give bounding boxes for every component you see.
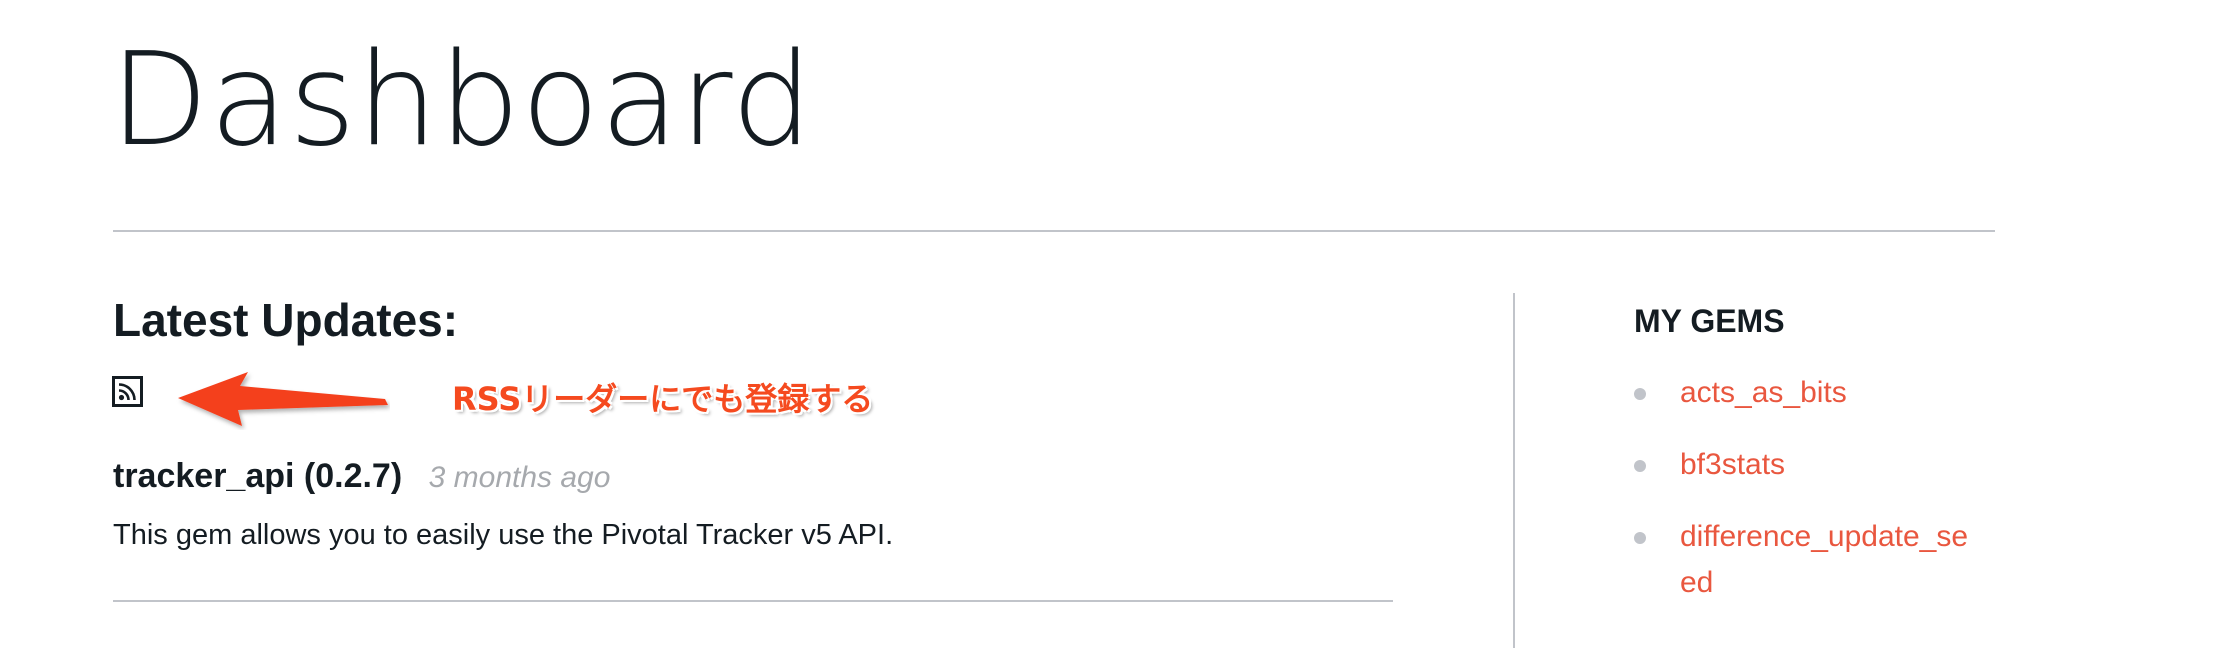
bullet-icon [1634,388,1646,400]
rss-feed-icon [112,376,143,407]
gem-link-acts-as-bits[interactable]: acts_as_bits [1680,370,1980,416]
entry-divider [113,600,1393,602]
latest-updates-heading: Latest Updates: [113,294,459,346]
update-entry-title: tracker_api (0.2.7) 3 months ago [113,456,610,497]
my-gems-list: acts_as_bits bf3stats difference_update_… [1634,370,1994,632]
annotation-text: RSSリーダーにでも登録する [452,380,874,418]
annotation-arrow-icon [178,372,388,426]
gem-link-difference-update-seed[interactable]: difference_update_seed [1680,514,1980,606]
list-item: acts_as_bits [1634,370,1994,416]
gem-link-bf3stats[interactable]: bf3stats [1680,442,1980,488]
sidebar-divider [1513,293,1515,648]
list-item: difference_update_seed [1634,514,1994,606]
list-item: bf3stats [1634,442,1994,488]
title-divider [113,230,1995,232]
gem-name-link[interactable]: tracker_api (0.2.7) [113,457,402,495]
update-description: This gem allows you to easily use the Pi… [113,519,894,551]
my-gems-heading: MY GEMS [1634,303,1785,339]
bullet-icon [1634,460,1646,472]
bullet-icon [1634,532,1646,544]
rss-feed-link[interactable] [112,376,143,407]
page-title: Dashboard [110,26,814,175]
update-time-ago: 3 months ago [428,461,611,494]
